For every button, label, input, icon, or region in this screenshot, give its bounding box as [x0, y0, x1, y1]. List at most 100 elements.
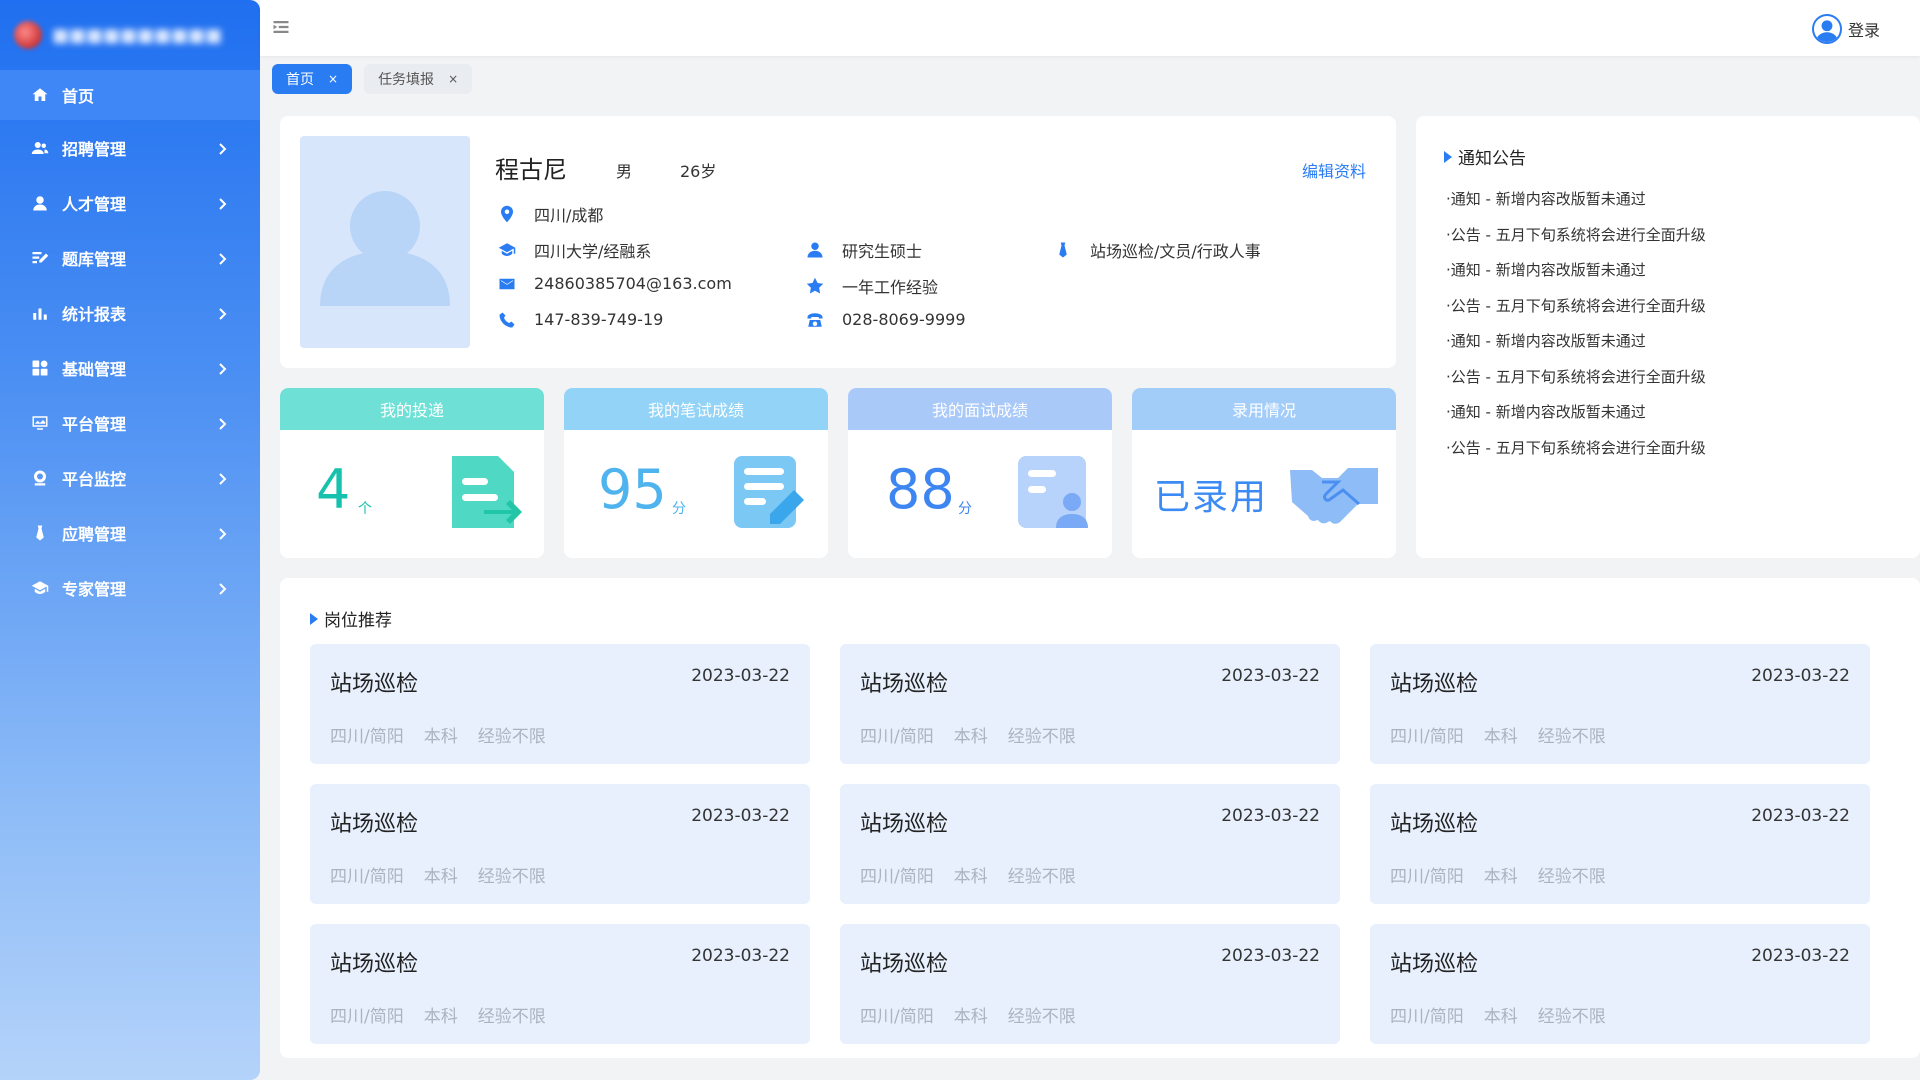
location-text: 四川/成都: [534, 206, 604, 225]
monitor-icon: [30, 413, 50, 433]
tab-task-report[interactable]: 任务填报 ×: [364, 64, 473, 94]
job-card[interactable]: 站场巡检 2023-03-22 四川/简阳 本科 经验不限: [310, 924, 810, 1044]
close-icon[interactable]: ×: [448, 72, 458, 86]
stat-card-deliveries[interactable]: 我的投递 4 个: [280, 388, 544, 558]
job-education: 本科: [953, 867, 988, 887]
stat-unit: 分: [672, 501, 686, 517]
notice-item[interactable]: ·公告 - 五月下旬系统将会进行全面升级: [1446, 295, 1706, 331]
sidebar-item-label: 首页: [62, 87, 95, 106]
notice-title: 通知公告: [1444, 144, 1526, 169]
close-icon[interactable]: ×: [328, 72, 338, 86]
stat-value: 4: [316, 458, 351, 521]
sidebar-item-home[interactable]: 首页: [0, 70, 260, 120]
notice-item[interactable]: ·公告 - 五月下旬系统将会进行全面升级: [1446, 224, 1706, 260]
job-location: 四川/简阳: [330, 1007, 404, 1027]
school-text: 四川大学/经融系: [534, 242, 652, 261]
job-title: 站场巡检: [1390, 672, 1479, 697]
avatar-placeholder-icon: [320, 191, 450, 306]
job-title: 站场巡检: [1390, 812, 1479, 837]
notice-item[interactable]: ·通知 - 新增内容改版暂未通过: [1446, 330, 1706, 366]
profile-name: 程古尼: [495, 156, 567, 184]
chevron-right-icon: [216, 306, 230, 320]
avatar[interactable]: [300, 136, 470, 348]
star-icon: [806, 277, 824, 294]
sidebar-item-label: 应聘管理: [62, 524, 127, 544]
tab-label: 首页: [286, 72, 314, 88]
job-experience: 经验不限: [477, 727, 546, 747]
sidebar-item-label: 招聘管理: [62, 139, 127, 159]
home-icon: [30, 85, 50, 105]
stat-card-hiring-status[interactable]: 录用情况 已录用: [1132, 388, 1396, 558]
top-header: 登录: [260, 0, 1920, 56]
user-icon: [30, 193, 50, 213]
job-education: 本科: [423, 727, 458, 747]
tel-text: 028-8069-9999: [842, 310, 966, 329]
profile-email: 24860385704@163.com: [498, 274, 732, 293]
stat-card-title: 录用情况: [1132, 388, 1396, 430]
profile-tel: 028-8069-9999: [806, 310, 966, 329]
chevron-right-icon: [216, 141, 230, 155]
stat-card-interview-score[interactable]: 我的面试成绩 88 分: [848, 388, 1112, 558]
job-experience: 经验不限: [477, 1007, 546, 1027]
job-title: 站场巡检: [330, 672, 419, 697]
sidebar-item-label: 平台管理: [62, 414, 127, 434]
job-card[interactable]: 站场巡检 2023-03-22 四川/简阳 本科 经验不限: [310, 784, 810, 904]
sidebar-item-basic[interactable]: 基础管理: [0, 340, 260, 395]
profile-experience: 一年工作经验: [806, 274, 938, 298]
job-card[interactable]: 站场巡检 2023-03-22 四川/简阳 本科 经验不限: [310, 644, 810, 764]
notice-item[interactable]: ·通知 - 新增内容改版暂未通过: [1446, 401, 1706, 437]
experience-text: 一年工作经验: [842, 278, 939, 297]
sidebar-item-experts[interactable]: 专家管理: [0, 560, 260, 615]
job-card[interactable]: 站场巡检 2023-03-22 四川/简阳 本科 经验不限: [1370, 644, 1870, 764]
graduation-cap-icon: [30, 578, 50, 598]
sidebar-item-reports[interactable]: 统计报表: [0, 285, 260, 340]
stat-card-title: 我的投递: [280, 388, 544, 430]
job-title: 站场巡检: [860, 812, 949, 837]
notice-item[interactable]: ·公告 - 五月下旬系统将会进行全面升级: [1446, 437, 1706, 473]
sidebar-item-talent[interactable]: 人才管理: [0, 175, 260, 230]
note-edit-icon: [734, 456, 804, 528]
triangle-right-icon: [310, 612, 318, 625]
sidebar-item-label: 基础管理: [62, 359, 127, 379]
job-recommendations: 岗位推荐 站场巡检 2023-03-22 四川/简阳 本科 经验不限 站场巡检 20…: [280, 578, 1920, 1058]
job-card[interactable]: 站场巡检 2023-03-22 四川/简阳 本科 经验不限: [840, 784, 1340, 904]
menu-toggle-icon[interactable]: [272, 18, 292, 38]
jobs-title-text: 岗位推荐: [324, 611, 392, 631]
sidebar-item-label: 平台监控: [62, 469, 127, 489]
job-date: 2023-03-22: [691, 946, 790, 966]
app-logo[interactable]: ■■■■■■■■■■: [0, 0, 260, 70]
profile-age: 26岁: [680, 162, 717, 181]
notice-title-text: 通知公告: [1458, 149, 1526, 169]
tab-home[interactable]: 首页 ×: [272, 64, 353, 94]
profile-school: 四川大学/经融系: [498, 238, 651, 262]
sidebar-item-platform[interactable]: 平台管理: [0, 395, 260, 450]
edit-profile-link[interactable]: 编辑资料: [1302, 158, 1366, 182]
notice-item[interactable]: ·公告 - 五月下旬系统将会进行全面升级: [1446, 366, 1706, 402]
job-card[interactable]: 站场巡检 2023-03-22 四川/简阳 本科 经验不限: [1370, 924, 1870, 1044]
sidebar-item-question-bank[interactable]: 题库管理: [0, 230, 260, 285]
sidebar: ■■■■■■■■■■ 首页 招聘管理 人才管理 题库管理 统计报表 基础管理 平…: [0, 0, 260, 1080]
job-location: 四川/简阳: [1390, 1007, 1464, 1027]
job-location: 四川/简阳: [330, 727, 404, 747]
stat-unit: 个: [358, 501, 372, 517]
job-card[interactable]: 站场巡检 2023-03-22 四川/简阳 本科 经验不限: [840, 924, 1340, 1044]
job-card[interactable]: 站场巡检 2023-03-22 四川/简阳 本科 经验不限: [840, 644, 1340, 764]
job-date: 2023-03-22: [1751, 666, 1850, 686]
job-experience: 经验不限: [1537, 1007, 1606, 1027]
job-title: 站场巡检: [1390, 952, 1479, 977]
edit-list-icon: [30, 248, 50, 268]
job-date: 2023-03-22: [1751, 946, 1850, 966]
job-date: 2023-03-22: [1221, 666, 1320, 686]
sidebar-item-applications[interactable]: 应聘管理: [0, 505, 260, 560]
job-location: 四川/简阳: [1390, 867, 1464, 887]
login-button[interactable]: 登录: [1811, 14, 1880, 44]
notice-item[interactable]: ·通知 - 新增内容改版暂未通过: [1446, 188, 1706, 224]
stat-card-written-score[interactable]: 我的笔试成绩 95 分: [564, 388, 828, 558]
notice-item[interactable]: ·通知 - 新增内容改版暂未通过: [1446, 259, 1706, 295]
job-card[interactable]: 站场巡检 2023-03-22 四川/简阳 本科 经验不限: [1370, 784, 1870, 904]
job-date: 2023-03-22: [1751, 806, 1850, 826]
sidebar-item-label: 专家管理: [62, 579, 127, 599]
users-icon: [30, 138, 50, 158]
sidebar-item-recruitment[interactable]: 招聘管理: [0, 120, 260, 175]
sidebar-item-monitoring[interactable]: 平台监控: [0, 450, 260, 505]
